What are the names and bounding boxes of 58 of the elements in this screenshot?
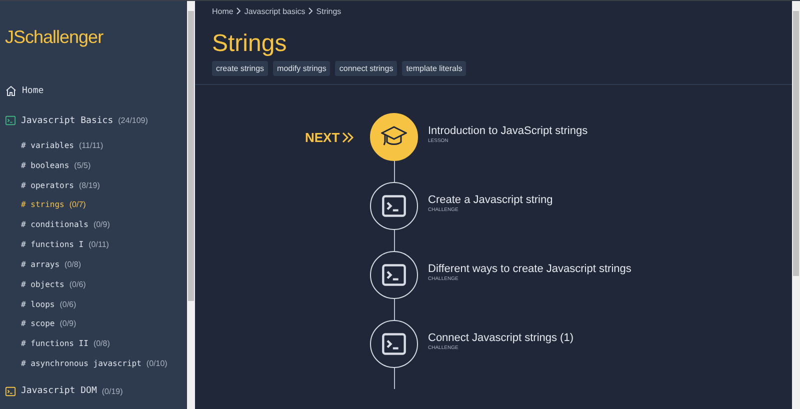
chevron-icon (308, 7, 314, 15)
sidebar-item[interactable]: # asynchronous javascript (21, 358, 142, 368)
sidebar-item[interactable]: # loops (21, 300, 55, 308)
sidebar-item[interactable]: # objects (21, 280, 64, 289)
progress-count: (0/9) (93, 220, 110, 230)
next-label: NEXT (305, 130, 340, 145)
home-icon (5, 84, 17, 97)
sidebar-group[interactable]: Javascript Basics (21, 116, 114, 126)
sidebar-item[interactable]: # scope (21, 319, 55, 328)
progress-count: (0/7) (69, 200, 86, 210)
sidebar-item[interactable]: # functions II (21, 339, 88, 348)
page-title: Strings (212, 30, 288, 58)
step-title[interactable]: Connect Javascript strings (1) (428, 332, 574, 344)
sidebar-group[interactable]: Javascript DOM (21, 386, 97, 396)
tag[interactable]: create strings (212, 61, 268, 76)
progress-count: (0/8) (64, 260, 81, 269)
terminal-icon (381, 262, 407, 288)
tag[interactable]: modify strings (273, 61, 330, 76)
progress-count: (0/11) (88, 240, 109, 250)
progress-count: (24/109) (118, 116, 148, 126)
sidebar-item[interactable]: # conditionals (21, 220, 88, 230)
breadcrumb-link[interactable]: Javascript basics (244, 7, 306, 16)
progress-count: (8/19) (78, 180, 100, 190)
home-link[interactable]: Home (22, 86, 44, 96)
progress-count: (11/11) (78, 140, 104, 150)
sidebar-item[interactable]: # functions I (21, 240, 84, 250)
chevron-icon (342, 132, 354, 143)
scrollbar[interactable] (187, 1, 195, 409)
progress-count: (0/19) (102, 386, 123, 396)
breadcrumb-link[interactable]: Strings (316, 7, 342, 16)
step-title[interactable]: Different ways to create Javascript strings (428, 263, 632, 275)
sidebar-item[interactable]: # arrays (21, 260, 60, 269)
progress-count: (0/6) (60, 300, 76, 308)
tag[interactable]: template literals (402, 61, 466, 76)
breadcrumb-link[interactable]: Home (212, 7, 234, 16)
logo[interactable]: JSchallenger (5, 27, 187, 48)
step-title[interactable]: Create a Javascript string (428, 194, 553, 206)
sidebar-item[interactable]: # strings (21, 200, 64, 210)
sidebar-item[interactable]: # booleans (21, 160, 70, 170)
scrollbar[interactable] (792, 1, 800, 409)
tag[interactable]: connect strings (335, 61, 398, 76)
step-circle[interactable] (370, 251, 418, 299)
step-title[interactable]: Introduction to JavaScript strings (428, 125, 588, 137)
step-circle[interactable] (370, 182, 418, 230)
progress-count: (0/10) (146, 358, 168, 368)
sidebar-item[interactable]: # variables (21, 140, 74, 150)
progress-count: (5/5) (74, 160, 91, 170)
terminal-icon (5, 115, 16, 126)
sidebar-item[interactable]: # operators (21, 180, 74, 190)
progress-count: (0/6) (69, 280, 86, 289)
step-circle[interactable] (370, 113, 418, 161)
progress-count: (0/8) (93, 339, 110, 348)
chevron-icon (236, 7, 242, 15)
terminal-icon (381, 193, 407, 219)
terminal-icon (5, 386, 16, 397)
progress-count: (0/9) (60, 319, 76, 328)
step-circle[interactable] (370, 320, 418, 368)
terminal-icon (381, 331, 407, 357)
